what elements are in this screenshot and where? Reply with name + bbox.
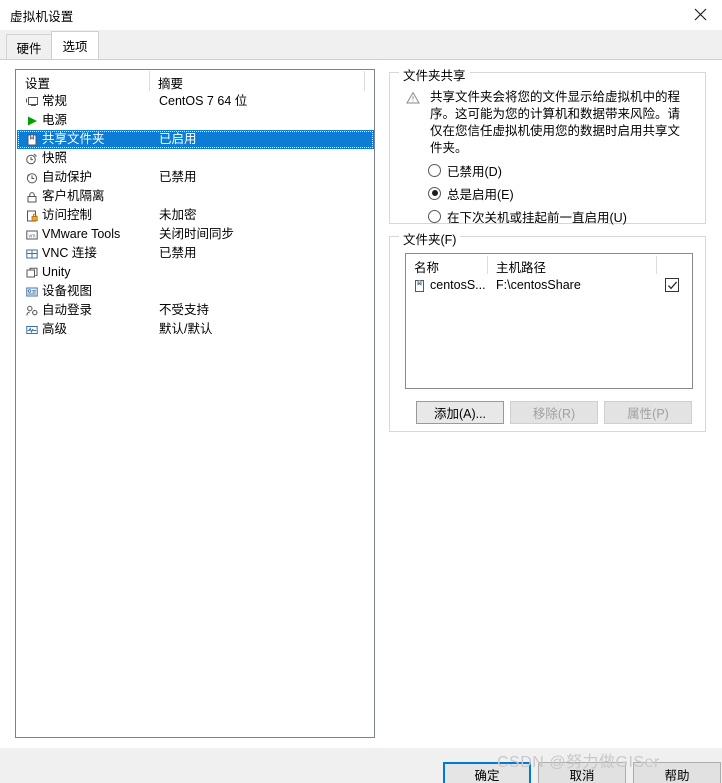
folders-table[interactable]: 名称 主机路径 centosS... F:\centosShare bbox=[405, 253, 693, 389]
folder-properties-button[interactable]: 属性(P) bbox=[604, 401, 692, 424]
vnc-icon bbox=[24, 246, 39, 261]
settings-row-label: 自动登录 bbox=[42, 303, 93, 317]
folder-host-path: F:\centosShare bbox=[496, 278, 581, 292]
settings-row-summary: CentOS 7 64 位 bbox=[159, 94, 248, 108]
settings-row-device-view[interactable]: 设备视图 bbox=[17, 282, 374, 301]
folders-group: 文件夹(F) 名称 主机路径 centosS... F:\centosShare… bbox=[389, 229, 706, 432]
settings-row-label: 访问控制 bbox=[42, 208, 93, 222]
unity-icon bbox=[24, 265, 39, 280]
advanced-icon bbox=[24, 322, 39, 337]
folders-header-divider-1 bbox=[487, 256, 488, 274]
snapshot-icon bbox=[24, 151, 39, 166]
settings-row-vnc[interactable]: VNC 连接 已禁用 bbox=[17, 244, 374, 263]
tab-hardware[interactable]: 硬件 bbox=[6, 34, 52, 60]
settings-row-guest-isolation[interactable]: 客户机隔离 bbox=[17, 187, 374, 206]
settings-row-vmware-tools[interactable]: vm VMware Tools 关闭时间同步 bbox=[17, 225, 374, 244]
settings-row-label: 电源 bbox=[42, 113, 68, 127]
folder-sharing-group-title: 文件夹共享 bbox=[399, 65, 470, 84]
autoprotect-icon bbox=[24, 170, 39, 185]
sharing-warning-text: 共享文件夹会将您的文件显示给虚拟机中的程序。这可能为您的计算机和数据带来风险。请… bbox=[430, 90, 681, 155]
settings-row-label: 共享文件夹 bbox=[42, 132, 105, 146]
play-icon bbox=[24, 113, 39, 128]
folders-header-divider-2 bbox=[656, 256, 657, 274]
radio-disabled-indicator bbox=[428, 163, 441, 177]
settings-row-label: 常规 bbox=[42, 94, 68, 108]
header-divider-2 bbox=[364, 71, 365, 91]
warning-triangle-icon bbox=[406, 91, 420, 105]
vm-settings-dialog: 虚拟机设置 硬件 选项 设置 摘要 常规 CentOS 7 64 位 电源 共享… bbox=[0, 0, 722, 783]
auto-login-icon bbox=[24, 303, 39, 318]
remove-folder-button[interactable]: 移除(R) bbox=[510, 401, 598, 424]
settings-row-shared-folders[interactable]: 共享文件夹 已启用 bbox=[17, 130, 374, 149]
settings-row-label: 自动保护 bbox=[42, 170, 93, 184]
settings-row-summary: 默认/默认 bbox=[159, 322, 213, 336]
title-bar: 虚拟机设置 bbox=[0, 0, 722, 30]
column-header-summary: 摘要 bbox=[158, 77, 184, 91]
folder-icon bbox=[24, 132, 39, 147]
settings-row-label: VNC 连接 bbox=[42, 246, 97, 260]
settings-row-access-control[interactable]: 访问控制 未加密 bbox=[17, 206, 374, 225]
settings-row-summary: 不受支持 bbox=[159, 303, 210, 317]
add-folder-button[interactable]: 添加(A)... bbox=[416, 401, 504, 424]
vmware-tools-icon: vm bbox=[24, 227, 39, 242]
dialog-footer: 确定 取消 帮助 bbox=[0, 748, 722, 783]
column-header-settings: 设置 bbox=[25, 77, 51, 91]
lock-icon bbox=[24, 189, 39, 204]
settings-row-advanced[interactable]: 高级 默认/默认 bbox=[17, 320, 374, 339]
settings-row-summary: 关闭时间同步 bbox=[159, 227, 235, 241]
radio-always-enabled[interactable]: 总是启用(E) bbox=[428, 183, 514, 203]
radio-until-shutdown-indicator bbox=[428, 209, 441, 223]
tab-options[interactable]: 选项 bbox=[51, 31, 99, 60]
settings-row-label: VMware Tools bbox=[42, 227, 121, 241]
folder-icon bbox=[413, 279, 426, 293]
cancel-button[interactable]: 取消 bbox=[538, 762, 626, 783]
settings-row-label: 客户机隔离 bbox=[42, 189, 105, 203]
radio-disabled-label: 已禁用(D) bbox=[447, 164, 502, 179]
settings-row-summary: 已启用 bbox=[159, 132, 197, 146]
folder-enabled-checkbox[interactable] bbox=[665, 278, 679, 292]
window-title: 虚拟机设置 bbox=[10, 10, 74, 24]
settings-row-summary: 未加密 bbox=[159, 208, 197, 222]
settings-row-power[interactable]: 电源 bbox=[17, 111, 374, 130]
radio-always-enabled-indicator bbox=[428, 186, 441, 200]
radio-disabled[interactable]: 已禁用(D) bbox=[428, 160, 502, 180]
settings-list[interactable]: 设置 摘要 常规 CentOS 7 64 位 电源 共享文件夹 已启用 快照 自… bbox=[15, 69, 375, 738]
folders-group-title: 文件夹(F) bbox=[399, 229, 461, 248]
ok-button[interactable]: 确定 bbox=[443, 762, 531, 783]
settings-row-summary: 已禁用 bbox=[159, 246, 197, 260]
settings-row-label: Unity bbox=[42, 265, 71, 279]
close-icon[interactable] bbox=[678, 0, 722, 29]
folder-name: centosS... bbox=[430, 278, 486, 292]
settings-row-autoprotect[interactable]: 自动保护 已禁用 bbox=[17, 168, 374, 187]
settings-row-snapshot[interactable]: 快照 bbox=[17, 149, 374, 168]
access-control-icon bbox=[24, 208, 39, 223]
folders-column-path: 主机路径 bbox=[496, 261, 547, 275]
settings-row-general[interactable]: 常规 CentOS 7 64 位 bbox=[17, 92, 374, 111]
settings-row-label: 设备视图 bbox=[42, 284, 93, 298]
radio-until-shutdown[interactable]: 在下次关机或挂起前一直启用(U) bbox=[428, 206, 627, 226]
folder-sharing-group: 文件夹共享 共享文件夹会将您的文件显示给虚拟机中的程序。这可能为您的计算机和数据… bbox=[389, 65, 706, 226]
svg-text:vm: vm bbox=[28, 233, 35, 239]
folders-table-header: 名称 主机路径 bbox=[406, 254, 692, 275]
settings-list-header: 设置 摘要 bbox=[16, 70, 374, 92]
settings-row-auto-login[interactable]: 自动登录 不受支持 bbox=[17, 301, 374, 320]
settings-row-label: 快照 bbox=[42, 151, 68, 165]
settings-row-label: 高级 bbox=[42, 322, 68, 336]
header-divider bbox=[149, 71, 150, 91]
radio-until-shutdown-label: 在下次关机或挂起前一直启用(U) bbox=[447, 210, 627, 225]
settings-row-unity[interactable]: Unity bbox=[17, 263, 374, 282]
help-button[interactable]: 帮助 bbox=[633, 762, 721, 783]
monitor-icon bbox=[24, 94, 39, 109]
table-row[interactable]: centosS... F:\centosShare bbox=[406, 276, 692, 296]
device-view-icon bbox=[24, 284, 39, 299]
tab-strip: 硬件 选项 bbox=[0, 30, 722, 60]
radio-always-enabled-label: 总是启用(E) bbox=[447, 187, 514, 202]
folders-column-name: 名称 bbox=[414, 261, 440, 275]
settings-row-summary: 已禁用 bbox=[159, 170, 197, 184]
